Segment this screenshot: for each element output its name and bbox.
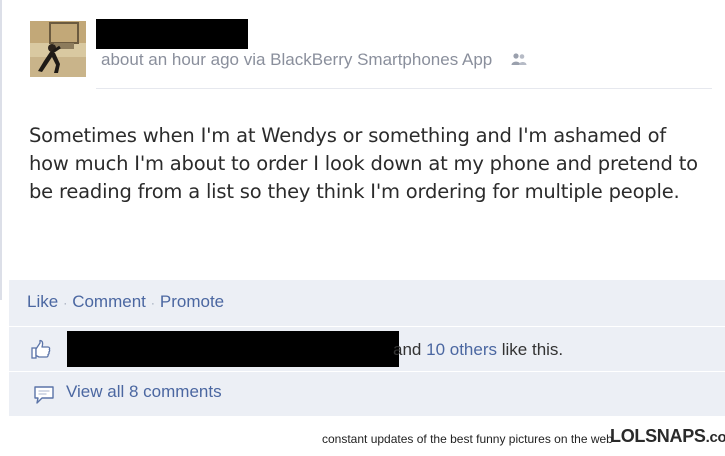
- avatar-photo: [30, 21, 86, 77]
- separator-dot: ·: [63, 295, 68, 310]
- post-actions-bar: Like · Comment · Promote: [9, 280, 725, 326]
- thumbs-up-icon: [31, 339, 51, 364]
- comment-link[interactable]: Comment: [72, 292, 146, 311]
- view-all-comments-link[interactable]: View all 8 comments: [66, 382, 222, 402]
- redacted-user-name: [96, 19, 248, 49]
- likes-row: and 10 others like this.: [9, 327, 725, 371]
- likes-and-text: and: [393, 340, 422, 359]
- avatar[interactable]: [30, 21, 86, 77]
- redacted-liker-names: [67, 331, 399, 367]
- brand-tld: .com: [705, 429, 725, 446]
- comment-bubble-icon: [33, 385, 55, 410]
- header-divider: [96, 88, 712, 89]
- post-timestamp-source[interactable]: about an hour ago via BlackBerry Smartph…: [101, 50, 492, 69]
- footer-brand-logo[interactable]: LOLSNAPS.com: [610, 426, 725, 447]
- watermark-footer: constant updates of the best funny pictu…: [0, 418, 725, 456]
- facebook-post: about an hour ago via BlackBerry Smartph…: [0, 0, 725, 418]
- likes-summary: and 10 others like this.: [393, 340, 563, 360]
- post-left-border: [0, 0, 2, 300]
- likes-others-link[interactable]: 10 others: [426, 340, 497, 359]
- post-body: Sometimes when I'm at Wendys or somethin…: [29, 124, 698, 203]
- comments-row: View all 8 comments: [9, 372, 725, 416]
- separator-dot: ·: [150, 295, 155, 310]
- friends-icon[interactable]: [511, 51, 527, 71]
- post-meta: about an hour ago via BlackBerry Smartph…: [101, 50, 527, 71]
- brand-name: LOLSNAPS: [610, 426, 706, 446]
- promote-link[interactable]: Promote: [160, 292, 224, 311]
- footer-tagline: constant updates of the best funny pictu…: [322, 432, 613, 446]
- like-link[interactable]: Like: [27, 292, 58, 311]
- likes-suffix-text: like this.: [501, 340, 564, 359]
